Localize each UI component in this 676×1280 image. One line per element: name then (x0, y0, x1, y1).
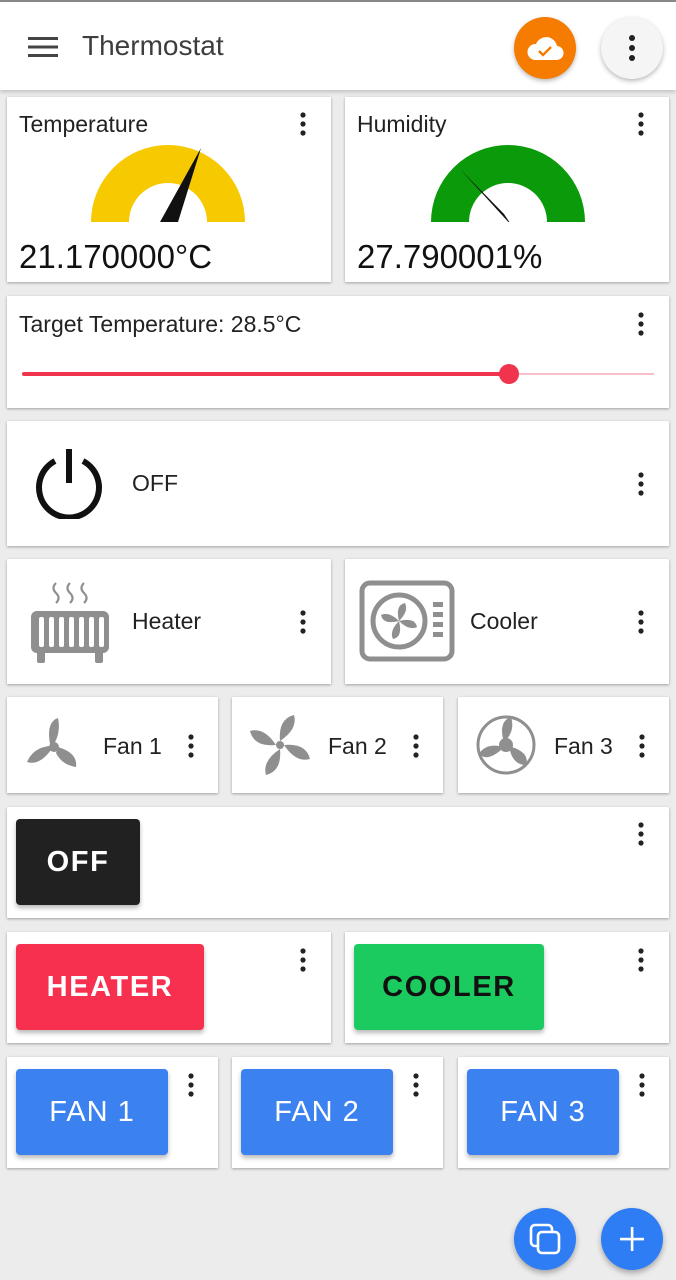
air-conditioner-icon (359, 580, 455, 667)
fan-1-button[interactable]: FAN 1 (16, 1069, 168, 1155)
hamburger-menu-icon[interactable] (20, 24, 66, 70)
humidity-value: 27.790001% (357, 238, 543, 275)
heater-button[interactable]: HEATER (16, 944, 204, 1030)
target-temperature-slider[interactable] (22, 364, 654, 384)
temperature-label: Temperature (19, 111, 149, 137)
fan-3-card[interactable]: Fan 3 (458, 697, 669, 793)
fan-1-card[interactable]: Fan 1 (7, 697, 218, 793)
fan-2-button[interactable]: FAN 2 (241, 1069, 393, 1155)
fan-guard-icon (474, 713, 538, 782)
power-off-button[interactable]: OFF (16, 819, 140, 905)
app-bar: Thermostat (0, 2, 676, 90)
fan-2-menu-icon[interactable] (405, 731, 427, 761)
target-menu-icon[interactable] (630, 309, 652, 339)
cooler-button[interactable]: COOLER (354, 944, 544, 1030)
target-temperature-card: Target Temperature: 28.5°C (7, 296, 669, 408)
slider-fill (22, 372, 509, 376)
cooler-label: Cooler (470, 608, 538, 634)
radiator-icon (29, 579, 111, 670)
fan-2-card[interactable]: Fan 2 (232, 697, 443, 793)
fan-1-button-menu-icon[interactable] (180, 1070, 202, 1100)
temperature-gauge (91, 145, 245, 222)
fan-1-button-card: FAN 1 (7, 1057, 218, 1168)
heater-button-card: HEATER (7, 932, 331, 1043)
heater-card[interactable]: Heater (7, 559, 331, 684)
fan-3-button[interactable]: FAN 3 (467, 1069, 619, 1155)
fan-1-menu-icon[interactable] (180, 731, 202, 761)
cloud-check-icon[interactable] (514, 17, 576, 79)
power-button-menu-icon[interactable] (630, 819, 652, 849)
app-title: Thermostat (82, 30, 224, 61)
fan-3-menu-icon[interactable] (631, 731, 653, 761)
fan-2-button-menu-icon[interactable] (405, 1070, 427, 1100)
heater-label: Heater (132, 608, 202, 634)
cooler-button-menu-icon[interactable] (630, 945, 652, 975)
temperature-value: 21.170000°C (19, 238, 213, 275)
heater-menu-icon[interactable] (292, 607, 314, 637)
more-vertical-icon[interactable] (601, 17, 663, 79)
target-temperature-label: Target Temperature: 28.5°C (19, 311, 302, 337)
cooler-card[interactable]: Cooler (345, 559, 669, 684)
fan-1-label: Fan 1 (103, 733, 162, 759)
fan-2-label: Fan 2 (328, 733, 387, 759)
fan-2-button-card: FAN 2 (232, 1057, 443, 1168)
cooler-menu-icon[interactable] (630, 607, 652, 637)
copy-icon[interactable] (514, 1208, 576, 1270)
cooler-button-card: COOLER (345, 932, 669, 1043)
power-label: OFF (132, 470, 178, 496)
fan-3-button-card: FAN 3 (458, 1057, 669, 1168)
power-button-card: OFF (7, 807, 669, 918)
power-menu-icon[interactable] (630, 469, 652, 499)
fan-4-blade-icon (248, 713, 312, 782)
heater-button-menu-icon[interactable] (292, 945, 314, 975)
humidity-gauge (431, 145, 585, 225)
slider-thumb[interactable] (498, 364, 519, 384)
power-card[interactable]: OFF (7, 421, 669, 546)
fan-3-blade-icon (23, 714, 85, 781)
plus-icon[interactable] (601, 1208, 663, 1270)
humidity-label: Humidity (357, 111, 447, 137)
fan-3-label: Fan 3 (554, 733, 613, 759)
temperature-menu-icon[interactable] (292, 109, 314, 139)
temperature-card: Temperature 21.170000°C (7, 97, 331, 282)
humidity-card: Humidity 27.790001% (345, 97, 669, 282)
power-icon[interactable] (33, 447, 105, 524)
fan-3-button-menu-icon[interactable] (631, 1070, 653, 1100)
humidity-menu-icon[interactable] (630, 109, 652, 139)
